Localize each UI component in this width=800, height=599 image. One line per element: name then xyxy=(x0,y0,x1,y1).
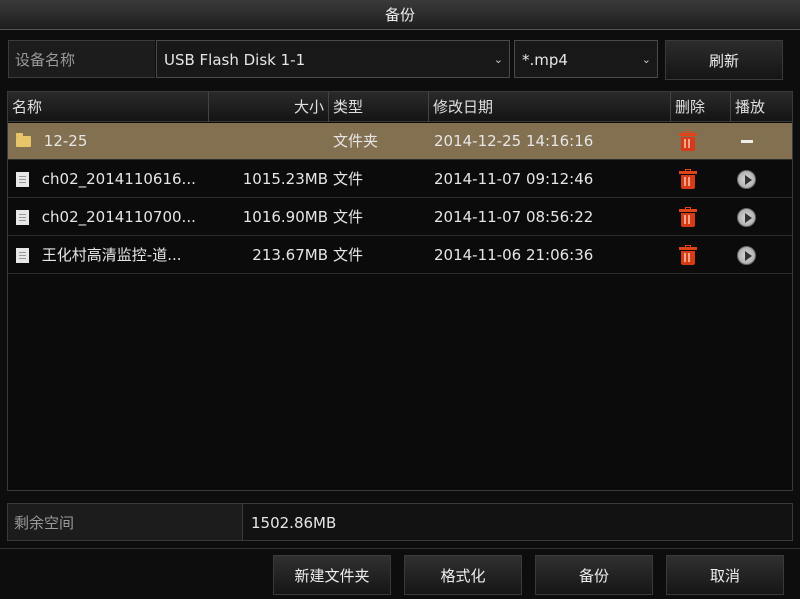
folder-icon xyxy=(16,133,31,147)
file-name-cell: 12-25 xyxy=(16,123,206,160)
file-name-cell: ch02_2014110616... xyxy=(16,161,208,198)
file-size: 1016.90MB xyxy=(242,208,328,226)
backup-button[interactable]: 备份 xyxy=(535,555,653,595)
footer-divider xyxy=(0,548,800,549)
free-space-value: 1502.86MB xyxy=(243,503,793,541)
chevron-down-icon: ⌄ xyxy=(641,53,651,66)
column-header-name[interactable]: 名称 xyxy=(12,92,208,122)
delete-icon[interactable] xyxy=(679,245,697,265)
file-modified: 2014-11-06 21:06:36 xyxy=(434,246,594,264)
delete-icon[interactable] xyxy=(679,131,697,151)
file-name-cell: 王化村高清监控-道... xyxy=(16,237,208,274)
file-icon xyxy=(16,210,29,225)
file-type: 文件 xyxy=(333,170,364,188)
file-name-cell: ch02_2014110700... xyxy=(16,199,208,236)
table-row[interactable]: ch02_2014110616... 1015.23MB 文件 2014-11-… xyxy=(8,161,792,198)
file-type: 文件 xyxy=(333,208,364,226)
file-type: 文件 xyxy=(333,246,364,264)
file-modified: 2014-11-07 09:12:46 xyxy=(434,170,594,188)
table-header: 名称 大小 类型 修改日期 删除 播放 xyxy=(8,92,792,122)
file-type: 文件夹 xyxy=(333,132,379,150)
no-play-icon xyxy=(741,140,753,143)
file-table: 名称 大小 类型 修改日期 删除 播放 12-25 文件夹 2014-12-25… xyxy=(7,91,793,491)
chevron-down-icon: ⌄ xyxy=(493,53,503,66)
device-select-value: USB Flash Disk 1-1 xyxy=(164,51,306,69)
play-icon[interactable] xyxy=(737,246,756,265)
file-name: ch02_2014110616... xyxy=(41,170,196,188)
device-select[interactable]: USB Flash Disk 1-1 ⌄ xyxy=(156,40,510,78)
refresh-button[interactable]: 刷新 xyxy=(665,40,783,80)
play-icon[interactable] xyxy=(737,170,756,189)
free-space-label: 剩余空间 xyxy=(7,503,243,541)
column-header-play: 播放 xyxy=(730,92,792,122)
table-row[interactable]: 12-25 文件夹 2014-12-25 14:16:16 xyxy=(8,123,792,160)
file-modified: 2014-12-25 14:16:16 xyxy=(434,132,594,150)
file-size: 213.67MB xyxy=(252,246,328,264)
table-row[interactable]: ch02_2014110700... 1016.90MB 文件 2014-11-… xyxy=(8,199,792,236)
delete-icon[interactable] xyxy=(679,169,697,189)
file-name: 12-25 xyxy=(43,132,88,150)
file-name: ch02_2014110700... xyxy=(41,208,196,226)
file-icon xyxy=(16,172,29,187)
file-type-value: *.mp4 xyxy=(522,51,568,69)
file-icon xyxy=(16,248,29,263)
table-row[interactable]: 王化村高清监控-道... 213.67MB 文件 2014-11-06 21:0… xyxy=(8,237,792,274)
file-name: 王化村高清监控-道... xyxy=(41,246,182,264)
window-title: 备份 xyxy=(0,0,800,30)
column-header-modified[interactable]: 修改日期 xyxy=(428,92,670,122)
file-type-select[interactable]: *.mp4 ⌄ xyxy=(514,40,658,78)
file-modified: 2014-11-07 08:56:22 xyxy=(434,208,594,226)
column-header-type[interactable]: 类型 xyxy=(328,92,428,122)
device-name-label: 设备名称 xyxy=(8,40,155,78)
new-folder-button[interactable]: 新建文件夹 xyxy=(273,555,391,595)
cancel-button[interactable]: 取消 xyxy=(666,555,784,595)
format-button[interactable]: 格式化 xyxy=(404,555,522,595)
column-header-size[interactable]: 大小 xyxy=(208,92,328,122)
play-icon[interactable] xyxy=(737,208,756,227)
delete-icon[interactable] xyxy=(679,207,697,227)
column-header-delete: 删除 xyxy=(670,92,730,122)
file-size: 1015.23MB xyxy=(242,170,328,188)
file-size xyxy=(208,123,328,160)
